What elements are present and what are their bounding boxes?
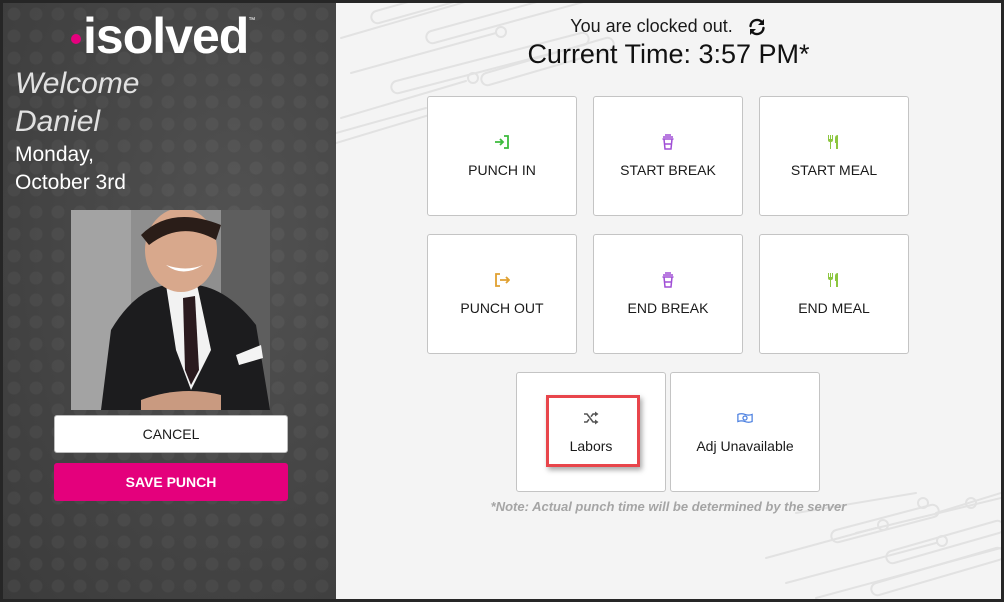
current-date: Monday, October 3rd (15, 141, 126, 197)
logo-dot (71, 34, 81, 44)
tile-label: START BREAK (620, 162, 716, 178)
server-time-note: *Note: Actual punch time will be determi… (490, 499, 847, 514)
coffee-cup-icon (660, 134, 676, 150)
save-punch-button[interactable]: SAVE PUNCH (54, 463, 288, 501)
shuffle-icon (583, 410, 599, 426)
clock-status-text: You are clocked out. (570, 16, 733, 36)
labors-button[interactable]: Labors (516, 372, 666, 492)
punch-in-icon (494, 134, 510, 150)
clock-status: You are clocked out. (336, 16, 1001, 37)
welcome-message: Welcome Daniel (15, 65, 139, 141)
refresh-icon[interactable] (747, 17, 767, 37)
start-meal-button[interactable]: START MEAL (759, 96, 909, 216)
tile-label: PUNCH IN (468, 162, 536, 178)
month-day: October 3rd (15, 171, 126, 194)
logo-text: isolved (83, 8, 249, 64)
utensils-icon (826, 134, 842, 150)
adj-unavailable-button[interactable]: Adj Unavailable (670, 372, 820, 492)
tile-label: Labors (569, 438, 613, 454)
punch-out-icon (494, 272, 510, 288)
weekday: Monday, (15, 143, 94, 166)
isolved-logo: isolved ™ (71, 11, 255, 61)
tile-label: END BREAK (627, 300, 709, 316)
end-break-button[interactable]: END BREAK (593, 234, 743, 354)
end-meal-button[interactable]: END MEAL (759, 234, 909, 354)
tile-label: START MEAL (790, 162, 878, 178)
cancel-button[interactable]: CANCEL (54, 415, 288, 453)
sidebar: isolved ™ Welcome Daniel Monday, October… (3, 3, 336, 599)
current-time: Current Time: 3:57 PM* (527, 39, 810, 69)
punch-out-button[interactable]: PUNCH OUT (427, 234, 577, 354)
tile-label: END MEAL (798, 300, 870, 316)
tile-label: PUNCH OUT (460, 300, 544, 316)
start-break-button[interactable]: START BREAK (593, 96, 743, 216)
coffee-cup-icon (660, 272, 676, 288)
welcome-label: Welcome (15, 67, 140, 100)
utensils-icon (826, 272, 842, 288)
punch-in-button[interactable]: PUNCH IN (427, 96, 577, 216)
person-photo-illustration (71, 210, 270, 410)
employee-name: Daniel (15, 105, 101, 138)
app-frame: isolved ™ Welcome Daniel Monday, October… (0, 0, 1004, 602)
employee-photo (71, 210, 270, 410)
tile-label: Adj Unavailable (696, 438, 794, 454)
logo-trademark: ™ (248, 17, 256, 24)
money-bill-icon (737, 410, 753, 426)
punch-panel: You are clocked out. Current Time: 3:57 … (336, 3, 1001, 599)
